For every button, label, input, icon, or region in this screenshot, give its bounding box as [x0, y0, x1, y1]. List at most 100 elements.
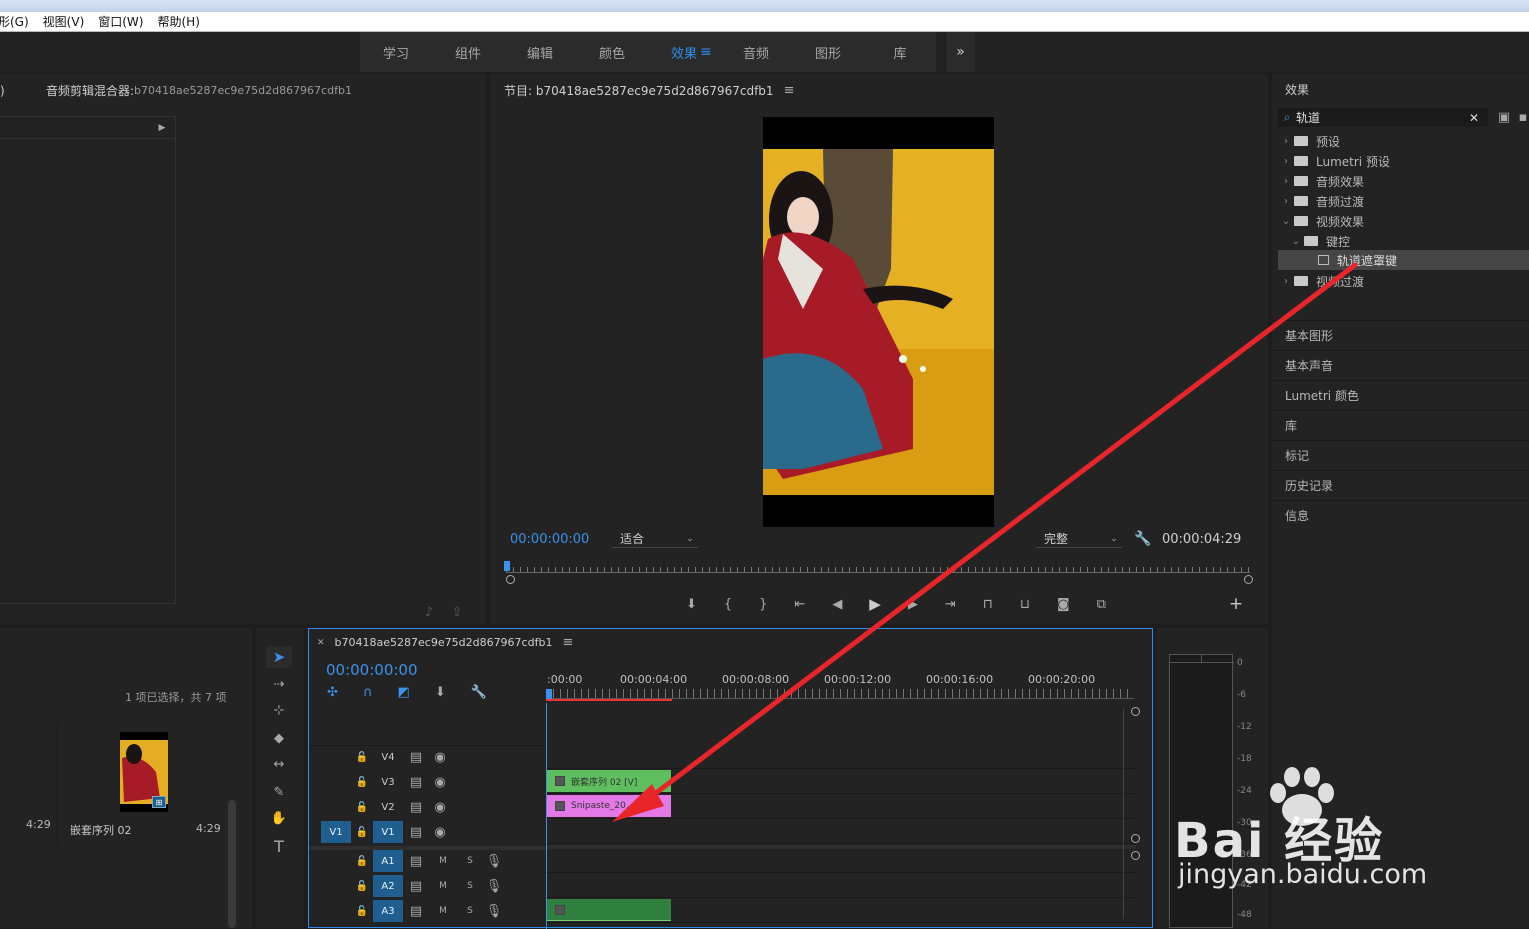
track-lane-a1[interactable] [547, 849, 1136, 873]
slip-icon[interactable]: ↔ [268, 754, 290, 774]
source-patch[interactable] [321, 796, 351, 818]
effects-panel-title[interactable]: 效果 [1285, 81, 1309, 98]
panel-menu-icon[interactable]: ≡ [562, 635, 573, 650]
hand-icon[interactable]: ✋ [268, 808, 290, 828]
pen-icon[interactable]: ✎ [268, 782, 290, 802]
chevron-right-icon[interactable]: › [1278, 156, 1294, 167]
nest-icon[interactable]: ✣ [327, 684, 338, 700]
source-patch-v1[interactable]: V1 [321, 821, 351, 843]
lock-icon[interactable]: 🔓 [351, 856, 373, 867]
mixer-panel-title[interactable]: 音频剪辑混合器: [46, 82, 134, 99]
menu-window[interactable]: 窗口(W) [98, 13, 143, 30]
go-to-out-icon[interactable]: ⇥ [945, 597, 956, 612]
lock-icon[interactable]: 🔓 [351, 881, 373, 892]
clip-nested-sequence[interactable]: 嵌套序列 02 [V] [547, 770, 671, 792]
solo-button[interactable]: S [457, 881, 483, 891]
mute-button[interactable]: M [429, 856, 457, 866]
extract-icon[interactable]: ⊔ [1020, 597, 1030, 612]
timeline-playhead[interactable] [546, 689, 552, 699]
tree-item-video-effects[interactable]: ⌄ 视频效果 [1278, 211, 1528, 231]
scrub-handle-start[interactable] [506, 575, 515, 584]
playhead-marker[interactable] [504, 561, 510, 571]
chevron-down-icon[interactable]: ⌄ [1278, 216, 1294, 227]
chevron-right-icon[interactable]: › [1278, 136, 1294, 147]
program-scrubber[interactable] [506, 567, 1250, 573]
track-target-a3[interactable]: A3 [373, 900, 403, 922]
microphone-icon[interactable]: 🎙 [483, 904, 505, 919]
source-patch[interactable] [321, 875, 351, 897]
type-tool-icon[interactable]: T [268, 836, 290, 856]
play-icon[interactable]: ▶ [869, 595, 881, 613]
workspace-overflow-button[interactable]: » [945, 32, 975, 72]
panel-info[interactable]: 信息 [1272, 500, 1529, 529]
work-area-bar[interactable] [546, 699, 672, 701]
source-patch[interactable] [321, 747, 351, 769]
lock-icon[interactable]: 🔓 [351, 777, 373, 788]
lock-icon[interactable]: 🔓 [351, 752, 373, 763]
program-monitor-title[interactable]: 节目: b70418ae5287ec9e75d2d867967cdfb1 [504, 82, 774, 99]
source-patch[interactable] [321, 900, 351, 922]
menu-graphics[interactable]: 形(G) [0, 13, 29, 30]
track-lane-a2[interactable] [547, 874, 1136, 898]
chevron-down-icon[interactable]: ⌄ [1288, 236, 1304, 247]
track-select-icon[interactable]: ⇢ [268, 674, 290, 694]
solo-button[interactable]: S [457, 856, 483, 866]
source-patch[interactable] [321, 771, 351, 793]
panel-essential-graphics[interactable]: 基本图形 [1272, 320, 1529, 349]
timeline-vertical-scrollbar[interactable] [1123, 709, 1133, 919]
razor-icon[interactable]: ◆ [268, 728, 290, 748]
tree-item-lumetri-presets[interactable]: › Lumetri 预设 [1278, 151, 1528, 171]
panel-history[interactable]: 历史记录 [1272, 470, 1529, 499]
snap-icon[interactable]: ∩ [363, 684, 373, 700]
tree-item-audio-effects[interactable]: › 音频效果 [1278, 171, 1528, 191]
eye-icon[interactable]: ◉ [429, 750, 451, 765]
mark-in-icon[interactable]: { [724, 597, 732, 612]
panel-libraries[interactable]: 库 [1272, 410, 1529, 439]
track-lane-v4[interactable] [547, 745, 1136, 769]
scroll-handle[interactable] [1131, 834, 1140, 843]
track-target-v2[interactable]: V2 [373, 796, 403, 818]
ripple-edit-icon[interactable]: ⊹ [268, 700, 290, 720]
track-lane-v1[interactable] [547, 820, 1136, 844]
project-item[interactable]: 4:29 [0, 722, 58, 846]
step-forward-icon[interactable]: ▶ [908, 597, 918, 612]
track-target-v1[interactable]: V1 [373, 821, 403, 843]
sync-lock-icon[interactable]: ▤ [403, 825, 429, 840]
solo-button[interactable]: S [457, 906, 483, 916]
project-item[interactable]: ⊞ 嵌套序列 02 4:29 [60, 722, 238, 846]
tree-item-track-matte-key[interactable]: 轨道遮罩键 [1278, 250, 1529, 270]
eye-icon[interactable]: ◉ [429, 775, 451, 790]
timeline-timecode[interactable]: 00:00:00:00 [326, 661, 418, 679]
compare-view-icon[interactable]: ⧉ [1097, 597, 1106, 612]
tab-learn[interactable]: 学习 [360, 43, 432, 62]
panel-essential-sound[interactable]: 基本声音 [1272, 350, 1529, 379]
add-marker-icon[interactable]: ⬇ [435, 684, 446, 700]
panel-menu-icon[interactable]: ≡ [784, 83, 795, 98]
lock-icon[interactable]: 🔓 [351, 827, 373, 838]
lock-icon[interactable]: 🔓 [351, 802, 373, 813]
wrench-icon[interactable]: 🔧 [1134, 529, 1152, 549]
sync-lock-icon[interactable]: ▤ [403, 854, 429, 869]
lock-icon[interactable]: 🔓 [351, 906, 373, 917]
scroll-handle[interactable] [1131, 707, 1140, 716]
tab-editing[interactable]: 编辑 [504, 43, 576, 62]
scroll-handle[interactable] [1131, 851, 1140, 860]
microphone-icon[interactable]: 🎙 [483, 854, 505, 869]
tab-color[interactable]: 颜色 [576, 43, 648, 62]
panel-lumetri-color[interactable]: Lumetri 颜色 [1272, 380, 1529, 409]
tree-item-video-transitions[interactable]: › 视频过渡 [1278, 271, 1528, 291]
marker-icon[interactable]: ⬇ [686, 597, 697, 612]
chevron-right-icon[interactable]: › [1278, 176, 1294, 187]
triangle-right-icon[interactable]: ▶ [156, 121, 168, 135]
tree-item-audio-transitions[interactable]: › 音频过渡 [1278, 191, 1528, 211]
go-to-in-icon[interactable]: ⇤ [794, 597, 805, 612]
linked-selection-icon[interactable]: ◩ [398, 684, 410, 700]
source-patch[interactable] [321, 850, 351, 872]
new-bin-icon[interactable]: ▪ [1517, 108, 1529, 126]
track-target-v3[interactable]: V3 [373, 771, 403, 793]
export-icon[interactable]: ⇪ [448, 604, 466, 620]
track-target-a2[interactable]: A2 [373, 875, 403, 897]
mark-out-icon[interactable]: } [759, 597, 767, 612]
effects-search-input[interactable] [1296, 110, 1466, 125]
tab-assembly[interactable]: 组件 [432, 43, 504, 62]
